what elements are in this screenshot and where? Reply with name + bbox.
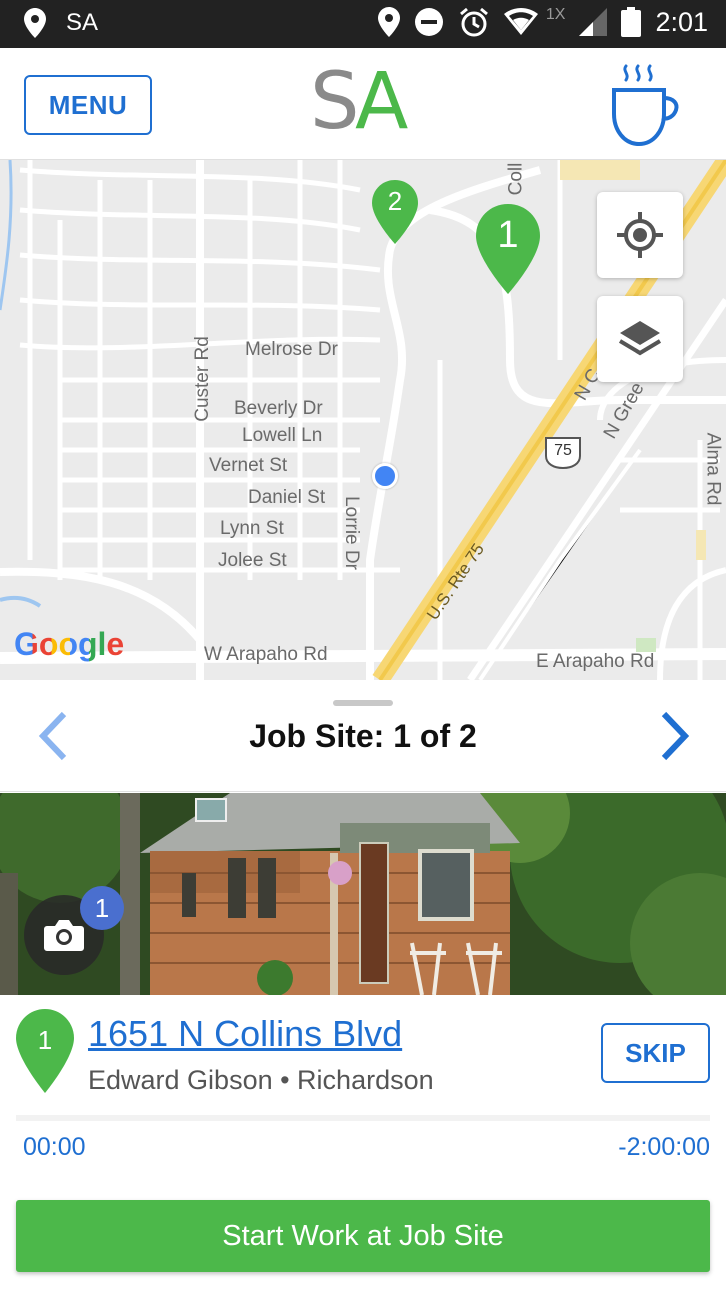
skip-button[interactable]: SKIP [601, 1023, 710, 1083]
location-icon [377, 7, 400, 37]
photo-count-badge: 1 [80, 886, 124, 930]
map-label-custer: Custer Rd [191, 336, 213, 422]
map-label-w-arapaho: W Arapaho Rd [204, 644, 328, 665]
map-label-melrose: Melrose Dr [245, 339, 338, 360]
chevron-right-icon [661, 711, 690, 761]
map-label-jolee: Jolee St [218, 550, 287, 571]
carrier-label: SA [66, 9, 99, 36]
map-label-alma: Alma Rd [702, 432, 724, 506]
divider [16, 1115, 710, 1121]
app-logo: SA [310, 62, 440, 142]
map-label-beverly: Beverly Dr [234, 398, 323, 419]
layers-icon [618, 321, 662, 356]
jobsite-title: Job Site: 1 of 2 [249, 718, 477, 754]
drag-handle[interactable] [333, 700, 393, 706]
google-logo: Google [14, 626, 124, 663]
job-pin: 1 [16, 1009, 74, 1093]
next-jobsite-button[interactable] [650, 708, 700, 764]
signal-icon [579, 8, 608, 36]
network-badge: 1X [545, 6, 566, 23]
map-pin-2[interactable]: 2 [372, 180, 418, 244]
map-pin-1[interactable]: 1 [476, 204, 540, 294]
alarm-icon [458, 6, 490, 38]
map-label-daniel: Daniel St [248, 487, 326, 508]
status-bar: SA 1X 2:01 [0, 0, 726, 48]
my-location-button[interactable] [597, 192, 683, 278]
logo-letter-s: S [310, 57, 361, 147]
map-view[interactable]: Melrose Dr Beverly Dr Lowell Ln Vernet S… [0, 160, 726, 680]
location-icon [24, 8, 46, 38]
map-label-lowell: Lowell Ln [242, 425, 323, 446]
clock: 2:01 [655, 6, 708, 37]
menu-button[interactable]: MENU [24, 75, 152, 135]
highway-shield-icon: 75 [544, 436, 582, 470]
map-pin-number: 1 [497, 214, 519, 256]
battery-icon [621, 7, 642, 37]
google-logo-text: Google [14, 626, 125, 662]
timer-remaining: -2:00:00 [618, 1133, 710, 1161]
map-label-vernet: Vernet St [209, 455, 288, 476]
map-layers-button[interactable] [597, 296, 683, 382]
camera-icon [44, 920, 84, 951]
map-label-e-arapaho: E Arapaho Rd [536, 651, 655, 672]
coffee-cup-icon[interactable] [610, 62, 682, 148]
start-work-button[interactable]: Start Work at Job Site [16, 1200, 710, 1272]
job-card: 1 1651 N Collins Blvd Edward Gibson • Ri… [0, 995, 726, 1291]
map-label-coll: Coll [505, 162, 527, 196]
app-header: MENU SA [0, 48, 726, 160]
logo-letter-a: A [354, 57, 408, 147]
map-label-lynn: Lynn St [220, 518, 284, 539]
wifi-icon [503, 8, 538, 36]
jobsite-navigator: Job Site: 1 of 2 [0, 680, 726, 792]
job-pin-number: 1 [37, 1025, 53, 1055]
highway-shield-label: 75 [554, 442, 572, 459]
crosshair-icon [617, 212, 663, 258]
map-pin-number: 2 [387, 186, 403, 216]
do-not-disturb-icon [414, 7, 444, 37]
timer-elapsed: 00:00 [23, 1133, 86, 1161]
job-customer-city: Edward Gibson • Richardson [88, 1065, 434, 1095]
job-address-link[interactable]: 1651 N Collins Blvd [88, 1013, 402, 1055]
map-label-lorrie: Lorrie Dr [340, 496, 362, 570]
user-location-dot [372, 463, 398, 489]
